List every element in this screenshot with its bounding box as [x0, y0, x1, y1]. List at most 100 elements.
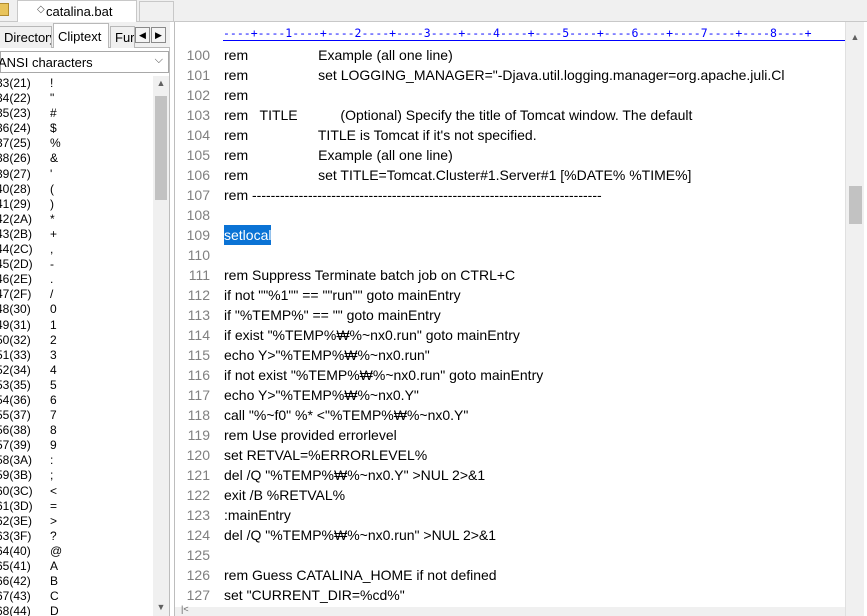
- editor-line[interactable]: 113 if "%TEMP%" == "" goto mainEntry: [175, 305, 847, 325]
- list-item[interactable]: 65(41) A: [0, 559, 153, 574]
- list-item[interactable]: 50(32) 2: [0, 333, 153, 348]
- folder-icon[interactable]: [0, 3, 9, 16]
- list-item[interactable]: 44(2C),: [0, 242, 153, 257]
- list-item[interactable]: 40(28) (: [0, 182, 153, 197]
- list-item[interactable]: 41(29)): [0, 197, 153, 212]
- editor-line[interactable]: 114 if exist "%TEMP%₩%~nx0.run" goto main…: [175, 325, 847, 345]
- list-item[interactable]: 38(26) &: [0, 151, 153, 166]
- list-item[interactable]: 36(24) $: [0, 121, 153, 136]
- scroll-down-icon[interactable]: ▼: [153, 602, 169, 616]
- list-item[interactable]: 42(2A) *: [0, 212, 153, 227]
- editor-line[interactable]: 115 echo Y>"%TEMP%₩%~nx0.run": [175, 345, 847, 365]
- editor-line[interactable]: 124 del /Q "%TEMP%₩%~nx0.run" >NUL 2>&1: [175, 525, 847, 545]
- list-item[interactable]: 60(3C) <: [0, 484, 153, 499]
- editor-line[interactable]: 126 rem Guess CATALINA_HOME if not define…: [175, 565, 847, 585]
- editor-line[interactable]: 122 exit /B %RETVAL%: [175, 485, 847, 505]
- editor-horizontal-scrollbar[interactable]: |<: [175, 604, 845, 616]
- editor-line[interactable]: 117 echo Y>"%TEMP%₩%~nx0.Y": [175, 385, 847, 405]
- char-glyph: 3: [50, 347, 57, 362]
- editor-line[interactable]: 112 if not ""%1"" == ""run"" goto mainEnt…: [175, 285, 847, 305]
- list-item[interactable]: 49(31) 1: [0, 318, 153, 333]
- editor-line[interactable]: 119 rem Use provided errorlevel: [175, 425, 847, 445]
- editor-line[interactable]: 120 set RETVAL=%ERRORLEVEL%: [175, 445, 847, 465]
- list-item[interactable]: 47(2F) /: [0, 287, 153, 302]
- list-item[interactable]: 33(21)!: [0, 76, 153, 91]
- cliptext-category-select[interactable]: ANSI characters ⌵: [0, 51, 169, 73]
- editor-line[interactable]: 111 rem Suppress Terminate batch job on C…: [175, 265, 847, 285]
- editor-line[interactable]: 104 rem TITLE is Tomcat if it's not speci…: [175, 125, 847, 145]
- tab-directory[interactable]: Directory: [0, 26, 52, 48]
- char-glyph: 5: [50, 377, 57, 392]
- char-code: 59(3B): [0, 468, 33, 483]
- char-code: 68(44): [0, 604, 31, 616]
- char-glyph: A: [50, 559, 59, 573]
- editor-line[interactable]: 101 rem set LOGGING_MANAGER="-Djava.util.…: [175, 65, 847, 85]
- char-glyph: 6: [50, 392, 57, 407]
- editor-line[interactable]: 125: [175, 545, 847, 565]
- scrollbar-thumb[interactable]: [849, 186, 862, 224]
- character-list-scrollbar[interactable]: ▲ ▼: [153, 76, 169, 616]
- editor-line[interactable]: 116 if not exist "%TEMP%₩%~nx0.run" goto …: [175, 365, 847, 385]
- list-item[interactable]: 61(3D) =: [0, 499, 153, 514]
- editor-line[interactable]: 109 setlocal: [175, 225, 847, 245]
- list-item[interactable]: 37(25)%: [0, 136, 153, 151]
- editor-line[interactable]: 102 rem: [175, 85, 847, 105]
- list-item[interactable]: 63(3F)?: [0, 529, 153, 544]
- list-item[interactable]: 43(2B) +: [0, 227, 153, 242]
- list-item[interactable]: 48(30) 0: [0, 302, 153, 317]
- char-glyph: !: [50, 76, 54, 90]
- editor-line[interactable]: 108: [175, 205, 847, 225]
- list-item[interactable]: 68(44) D: [0, 604, 153, 616]
- line-text: echo Y>"%TEMP%₩%~nx0.Y": [224, 387, 419, 403]
- list-item[interactable]: 39(27) ': [0, 167, 153, 182]
- tab-scroll-left-button[interactable]: ◀: [135, 27, 150, 43]
- list-item[interactable]: 52(34) 4: [0, 363, 153, 378]
- editor-line[interactable]: 123:mainEntry: [175, 505, 847, 525]
- tab-cliptext[interactable]: Cliptext: [53, 23, 109, 48]
- list-item[interactable]: 34(22) ": [0, 91, 153, 106]
- editor-text-area[interactable]: 100 rem Example (all one line) 101 rem set …: [175, 45, 847, 607]
- file-tab[interactable]: ◇ catalina.bat: [17, 0, 137, 22]
- list-item[interactable]: 46(2E).: [0, 272, 153, 287]
- tab-scroll-right-button[interactable]: ▶: [151, 27, 166, 43]
- char-glyph: >: [50, 513, 58, 528]
- list-item[interactable]: 57(39) 9: [0, 438, 153, 453]
- list-item[interactable]: 59(3B);: [0, 468, 153, 483]
- list-item[interactable]: 67(43) C: [0, 589, 153, 604]
- list-item[interactable]: 56(38) 8: [0, 423, 153, 438]
- line-text: rem set TITLE=Tomcat.Cluster#1.Server#1 …: [224, 167, 692, 183]
- editor-line[interactable]: 127 set "CURRENT_DIR=%cd%": [175, 585, 847, 605]
- side-panel: Directory Cliptext Fur ◀ ▶ ANSI characte…: [0, 22, 170, 616]
- editor[interactable]: ----+----1----+----2----+----3----+----4…: [174, 22, 867, 616]
- scroll-up-icon[interactable]: ▲: [153, 78, 169, 92]
- list-item[interactable]: 66(42) B: [0, 574, 153, 589]
- editor-line[interactable]: 121 del /Q "%TEMP%₩%~nx0.Y" >NUL 2>&1: [175, 465, 847, 485]
- char-glyph: 2: [50, 332, 57, 347]
- list-item[interactable]: 64(40) @: [0, 544, 153, 559]
- editor-line[interactable]: 105 rem Example (all one line): [175, 145, 847, 165]
- list-item[interactable]: 55(37) 7: [0, 408, 153, 423]
- line-number: 112: [187, 287, 210, 303]
- scroll-up-icon[interactable]: ▲: [846, 32, 864, 44]
- list-item[interactable]: 51(33) 3: [0, 348, 153, 363]
- editor-line[interactable]: 106 rem set TITLE=Tomcat.Cluster#1.Server…: [175, 165, 847, 185]
- scrollbar-thumb[interactable]: [155, 96, 167, 200]
- list-item[interactable]: 45(2D) -: [0, 257, 153, 272]
- line-number: 102: [186, 87, 210, 103]
- list-item[interactable]: 35(23) #: [0, 106, 153, 121]
- char-glyph: -: [50, 257, 54, 272]
- list-item[interactable]: 62(3E) >: [0, 514, 153, 529]
- editor-line[interactable]: 107 rem ---------------------------------…: [175, 185, 847, 205]
- editor-line[interactable]: 110: [175, 245, 847, 265]
- list-item[interactable]: 54(36) 6: [0, 393, 153, 408]
- editor-line[interactable]: 118 call "%~f0" %* <"%TEMP%₩%~nx0.Y": [175, 405, 847, 425]
- editor-line[interactable]: 103 rem TITLE (Optional) Specify the titl…: [175, 105, 847, 125]
- char-glyph: ;: [50, 468, 54, 483]
- char-code: 57(39): [0, 438, 31, 453]
- editor-line[interactable]: 100 rem Example (all one line): [175, 45, 847, 65]
- tab-functions[interactable]: Fur: [110, 26, 135, 48]
- editor-vertical-scrollbar[interactable]: ▲: [845, 22, 864, 616]
- scroll-left-icon[interactable]: |<: [181, 604, 189, 614]
- list-item[interactable]: 53(35) 5: [0, 378, 153, 393]
- list-item[interactable]: 58(3A):: [0, 453, 153, 468]
